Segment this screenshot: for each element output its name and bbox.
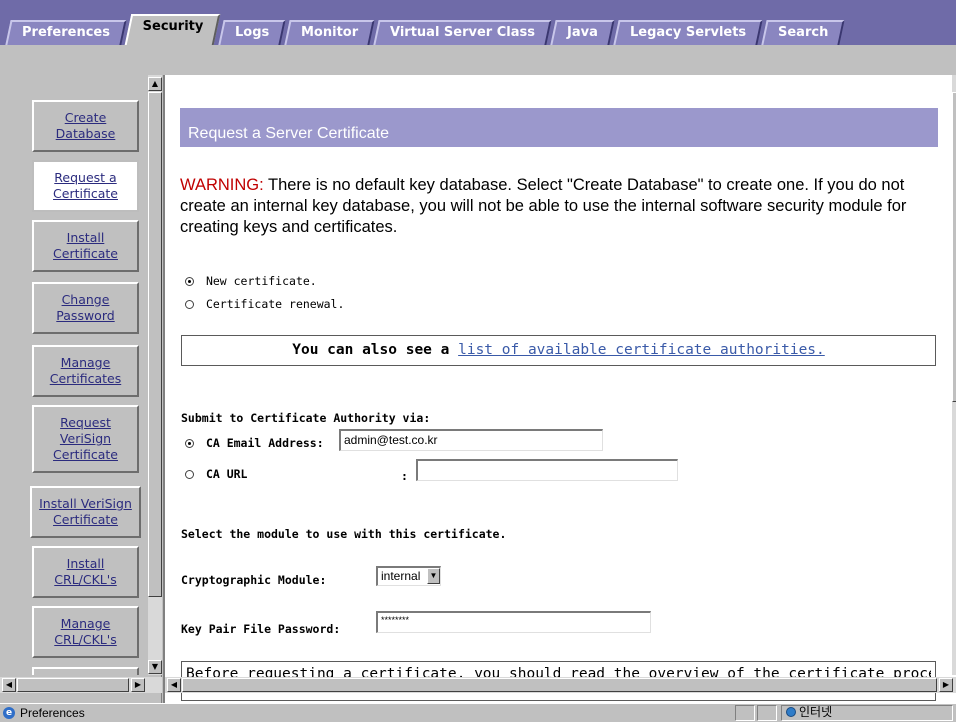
sidebar-item-request-verisign-certificate[interactable]: Request VeriSign Certificate	[32, 405, 139, 473]
tab-label: Security	[142, 19, 204, 34]
sidebar-item-change-password[interactable]: Change Password	[32, 282, 139, 334]
left-nav: Create Database Request a Certificate In…	[0, 75, 148, 675]
scroll-thumb[interactable]	[148, 92, 162, 597]
ca-list-link[interactable]: list of available certificate authoritie…	[458, 342, 825, 358]
tab-preferences[interactable]: Preferences	[5, 20, 127, 45]
sidebar-item-install-verisign-certificate[interactable]: Install VeriSign Certificate	[30, 486, 141, 538]
sidebar-item-partial[interactable]	[32, 667, 139, 675]
ie-page-icon: e	[3, 707, 15, 719]
status-bar: e Preferences 인터넷	[0, 703, 956, 722]
tab-label: Monitor	[300, 25, 359, 40]
ca-email-radio[interactable]	[185, 439, 194, 448]
tab-label: Search	[778, 25, 829, 40]
ca-email-label: CA Email Address:	[205, 436, 324, 450]
status-cell	[735, 705, 755, 721]
tab-virtual-server-class[interactable]: Virtual Server Class	[373, 20, 552, 45]
tab-underline-strip	[0, 45, 956, 75]
module-heading: Select the module to use with this certi…	[181, 527, 507, 541]
key-pair-password-label: Key Pair File Password:	[181, 622, 341, 636]
scroll-thumb[interactable]	[17, 678, 129, 692]
status-cell	[757, 705, 777, 721]
new-certificate-label: New certificate.	[205, 274, 317, 288]
tab-legacy-servlets[interactable]: Legacy Servlets	[613, 20, 763, 45]
warning-text: There is no default key database. Select…	[180, 176, 907, 236]
scroll-thumb[interactable]	[182, 678, 937, 692]
tab-logs[interactable]: Logs	[218, 20, 286, 45]
sidebar-item-manage-certificates[interactable]: Manage Certificates	[32, 345, 139, 397]
ca-email-field[interactable]: admin@test.co.kr	[339, 429, 603, 451]
tab-label: Java	[567, 25, 598, 40]
scroll-left-arrow-icon[interactable]: ◀	[167, 678, 181, 692]
chevron-down-icon[interactable]: ▼	[427, 568, 440, 584]
key-pair-password-field[interactable]: ********	[376, 611, 651, 633]
globe-icon	[786, 707, 796, 717]
warning-label: WARNING:	[180, 176, 264, 194]
tab-search[interactable]: Search	[761, 20, 846, 45]
sidebar-item-request-certificate[interactable]: Request a Certificate	[32, 160, 139, 212]
sidebar-item-create-database[interactable]: Create Database	[32, 100, 139, 152]
sidebar-item-install-certificate[interactable]: Install Certificate	[32, 220, 139, 272]
ca-url-radio[interactable]	[185, 470, 194, 479]
ca-url-label: CA URL	[205, 467, 248, 481]
main-horizontal-scrollbar[interactable]: ◀ ▶	[165, 677, 956, 693]
certificate-renewal-option[interactable]: Certificate renewal.	[185, 297, 344, 311]
scroll-left-arrow-icon[interactable]: ◀	[2, 678, 16, 692]
scroll-up-arrow-icon[interactable]: ▲	[148, 77, 162, 91]
scroll-right-arrow-icon[interactable]: ▶	[939, 678, 953, 692]
page-title: Request a Server Certificate	[188, 125, 389, 142]
page-title-bar: Request a Server Certificate	[180, 108, 938, 147]
status-text: Preferences	[20, 706, 85, 720]
ca-url-option[interactable]: CA URL	[185, 467, 247, 481]
ca-email-option[interactable]: CA Email Address:	[185, 436, 324, 450]
tab-list: Preferences Security Logs Monitor Virtua…	[5, 14, 846, 45]
ca-list-prefix: You can also see a	[292, 342, 450, 358]
crypto-module-select[interactable]: internal ▼	[376, 566, 441, 586]
sidebar-item-install-crl-ckl[interactable]: Install CRL/CKL's	[32, 546, 139, 598]
security-zone: 인터넷	[781, 705, 953, 721]
top-tab-bar: Preferences Security Logs Monitor Virtua…	[0, 0, 956, 45]
submit-heading: Submit to Certificate Authority via:	[181, 411, 431, 425]
main-content-frame: Request a Server Certificate WARNING: Th…	[163, 75, 956, 703]
tab-label: Preferences	[22, 25, 110, 40]
tab-label: Virtual Server Class	[390, 25, 536, 40]
left-horizontal-scrollbar[interactable]: ◀ ▶	[0, 677, 162, 693]
scroll-thumb[interactable]	[952, 92, 956, 402]
warning-message: WARNING: There is no default key databas…	[180, 175, 950, 238]
tab-security[interactable]: Security	[124, 14, 220, 45]
crypto-module-label: Cryptographic Module:	[181, 573, 327, 587]
certificate-renewal-label: Certificate renewal.	[205, 297, 345, 311]
ca-list-info-box: You can also see a list of available cer…	[181, 335, 936, 366]
tab-label: Logs	[234, 25, 269, 40]
left-nav-frame: Create Database Request a Certificate In…	[0, 75, 162, 703]
new-certificate-radio[interactable]	[185, 277, 194, 286]
new-certificate-option[interactable]: New certificate.	[185, 274, 317, 288]
scroll-right-arrow-icon[interactable]: ▶	[131, 678, 145, 692]
sidebar-item-manage-crl-ckl[interactable]: Manage CRL/CKL's	[32, 606, 139, 658]
certificate-renewal-radio[interactable]	[185, 300, 194, 309]
left-vertical-scrollbar[interactable]: ▲ ▼	[148, 75, 162, 675]
tab-label: Legacy Servlets	[629, 25, 747, 40]
scroll-down-arrow-icon[interactable]: ▼	[148, 660, 162, 674]
ca-url-field[interactable]	[416, 459, 678, 481]
zone-label: 인터넷	[799, 705, 833, 719]
crypto-module-value: internal	[381, 569, 421, 583]
tab-java[interactable]: Java	[550, 20, 615, 45]
ca-url-colon: :	[401, 469, 408, 483]
tab-monitor[interactable]: Monitor	[284, 20, 375, 45]
main-vertical-scrollbar[interactable]	[952, 75, 956, 675]
